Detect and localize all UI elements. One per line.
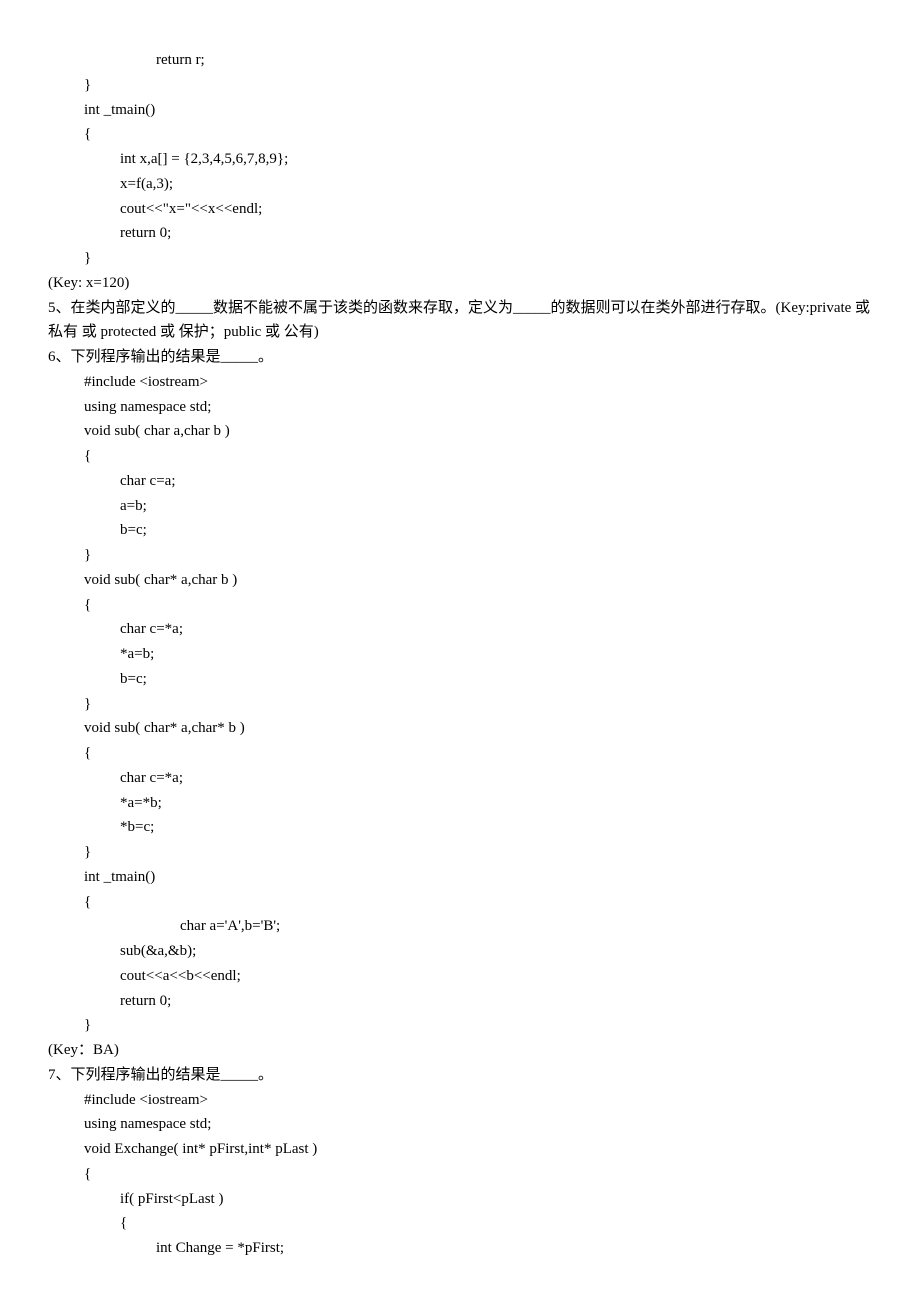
code-line: sub(&a,&b);	[48, 939, 872, 964]
code-line: }	[48, 1013, 872, 1038]
code-line: cout<<a<<b<<endl;	[48, 964, 872, 989]
code-line: {	[48, 890, 872, 915]
code-line: *a=b;	[48, 642, 872, 667]
code-line: }	[48, 246, 872, 271]
code-line: return 0;	[48, 221, 872, 246]
code-line: int _tmain()	[48, 865, 872, 890]
code-line: b=c;	[48, 667, 872, 692]
code-line: }	[48, 692, 872, 717]
code-line: using namespace std;	[48, 1112, 872, 1137]
code-line: }	[48, 543, 872, 568]
code-line: {	[48, 1162, 872, 1187]
code-line: char a='A',b='B';	[48, 914, 872, 939]
code-line: int _tmain()	[48, 98, 872, 123]
code-line: *a=*b;	[48, 791, 872, 816]
code-line: {	[48, 1211, 872, 1236]
code-line: int Change = *pFirst;	[48, 1236, 872, 1261]
code-line: {	[48, 122, 872, 147]
code-line: char c=*a;	[48, 766, 872, 791]
code-line: using namespace std;	[48, 395, 872, 420]
code-line: {	[48, 593, 872, 618]
code-line: a=b;	[48, 494, 872, 519]
code-line: x=f(a,3);	[48, 172, 872, 197]
code-line: {	[48, 741, 872, 766]
question-5: 5、在类内部定义的_____数据不能被不属于该类的函数来存取，定义为_____的…	[48, 296, 872, 346]
code-line: {	[48, 444, 872, 469]
code-line: return r;	[48, 48, 872, 73]
code-line: return 0;	[48, 989, 872, 1014]
code-line: #include <iostream>	[48, 370, 872, 395]
question-6: 6、下列程序输出的结果是_____。	[48, 345, 872, 370]
question-7: 7、下列程序输出的结果是_____。	[48, 1063, 872, 1088]
answer-key-4: (Key: x=120)	[48, 271, 872, 296]
code-line: void sub( char* a,char* b )	[48, 716, 872, 741]
code-line: }	[48, 73, 872, 98]
code-line: char c=a;	[48, 469, 872, 494]
code-line: void Exchange( int* pFirst,int* pLast )	[48, 1137, 872, 1162]
code-line: b=c;	[48, 518, 872, 543]
code-line: void sub( char a,char b )	[48, 419, 872, 444]
code-line: #include <iostream>	[48, 1088, 872, 1113]
code-line: *b=c;	[48, 815, 872, 840]
code-line: }	[48, 840, 872, 865]
code-line: cout<<"x="<<x<<endl;	[48, 197, 872, 222]
code-line: char c=*a;	[48, 617, 872, 642]
code-line: void sub( char* a,char b )	[48, 568, 872, 593]
answer-key-6: (Key：BA)	[48, 1038, 872, 1063]
code-line: int x,a[] = {2,3,4,5,6,7,8,9};	[48, 147, 872, 172]
code-line: if( pFirst<pLast )	[48, 1187, 872, 1212]
